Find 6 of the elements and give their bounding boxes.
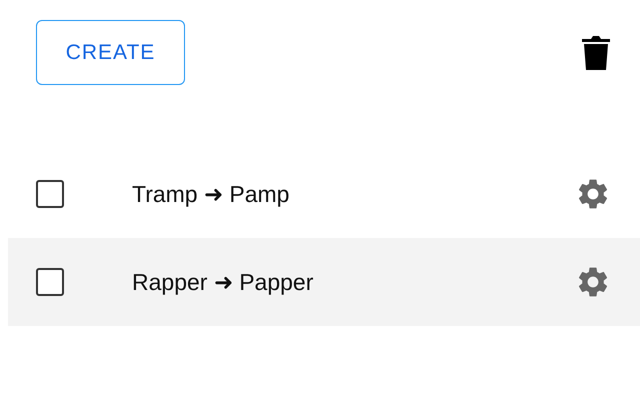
checkbox[interactable] — [36, 180, 64, 208]
rule-label: Tramp ➜ Pamp — [132, 180, 290, 208]
create-button[interactable]: CREATE — [36, 20, 185, 85]
delete-icon[interactable] — [582, 36, 610, 70]
rule-label: Rapper ➜ Papper — [132, 268, 314, 296]
checkbox[interactable] — [36, 268, 64, 296]
